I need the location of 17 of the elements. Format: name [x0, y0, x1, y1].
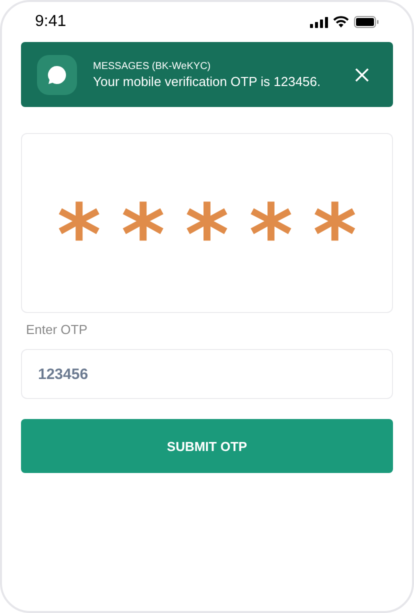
notification-banner[interactable]: MESSAGES (BK-WeKYC) Your mobile verification OTP is 123456. [21, 42, 393, 107]
masked-digit: * [248, 193, 293, 253]
otp-input-field[interactable]: 123456 [21, 349, 393, 399]
masked-digit: * [57, 193, 102, 253]
battery-icon [354, 16, 379, 28]
wifi-icon [333, 16, 349, 28]
masked-digit: * [312, 193, 357, 253]
submit-button[interactable]: SUBMIT OTP [21, 419, 393, 473]
masked-digit: * [121, 193, 166, 253]
close-icon[interactable] [355, 68, 369, 82]
masked-digit: * [185, 193, 229, 253]
field-label: Enter OTP [26, 322, 88, 337]
signal-icon [310, 16, 328, 28]
status-time: 9:41 [35, 13, 66, 31]
notification-source: MESSAGES (BK-WeKYC) [93, 60, 212, 72]
chat-bubble-icon [37, 54, 77, 94]
notification-message: Your mobile verification OTP is 123456. [93, 74, 322, 88]
